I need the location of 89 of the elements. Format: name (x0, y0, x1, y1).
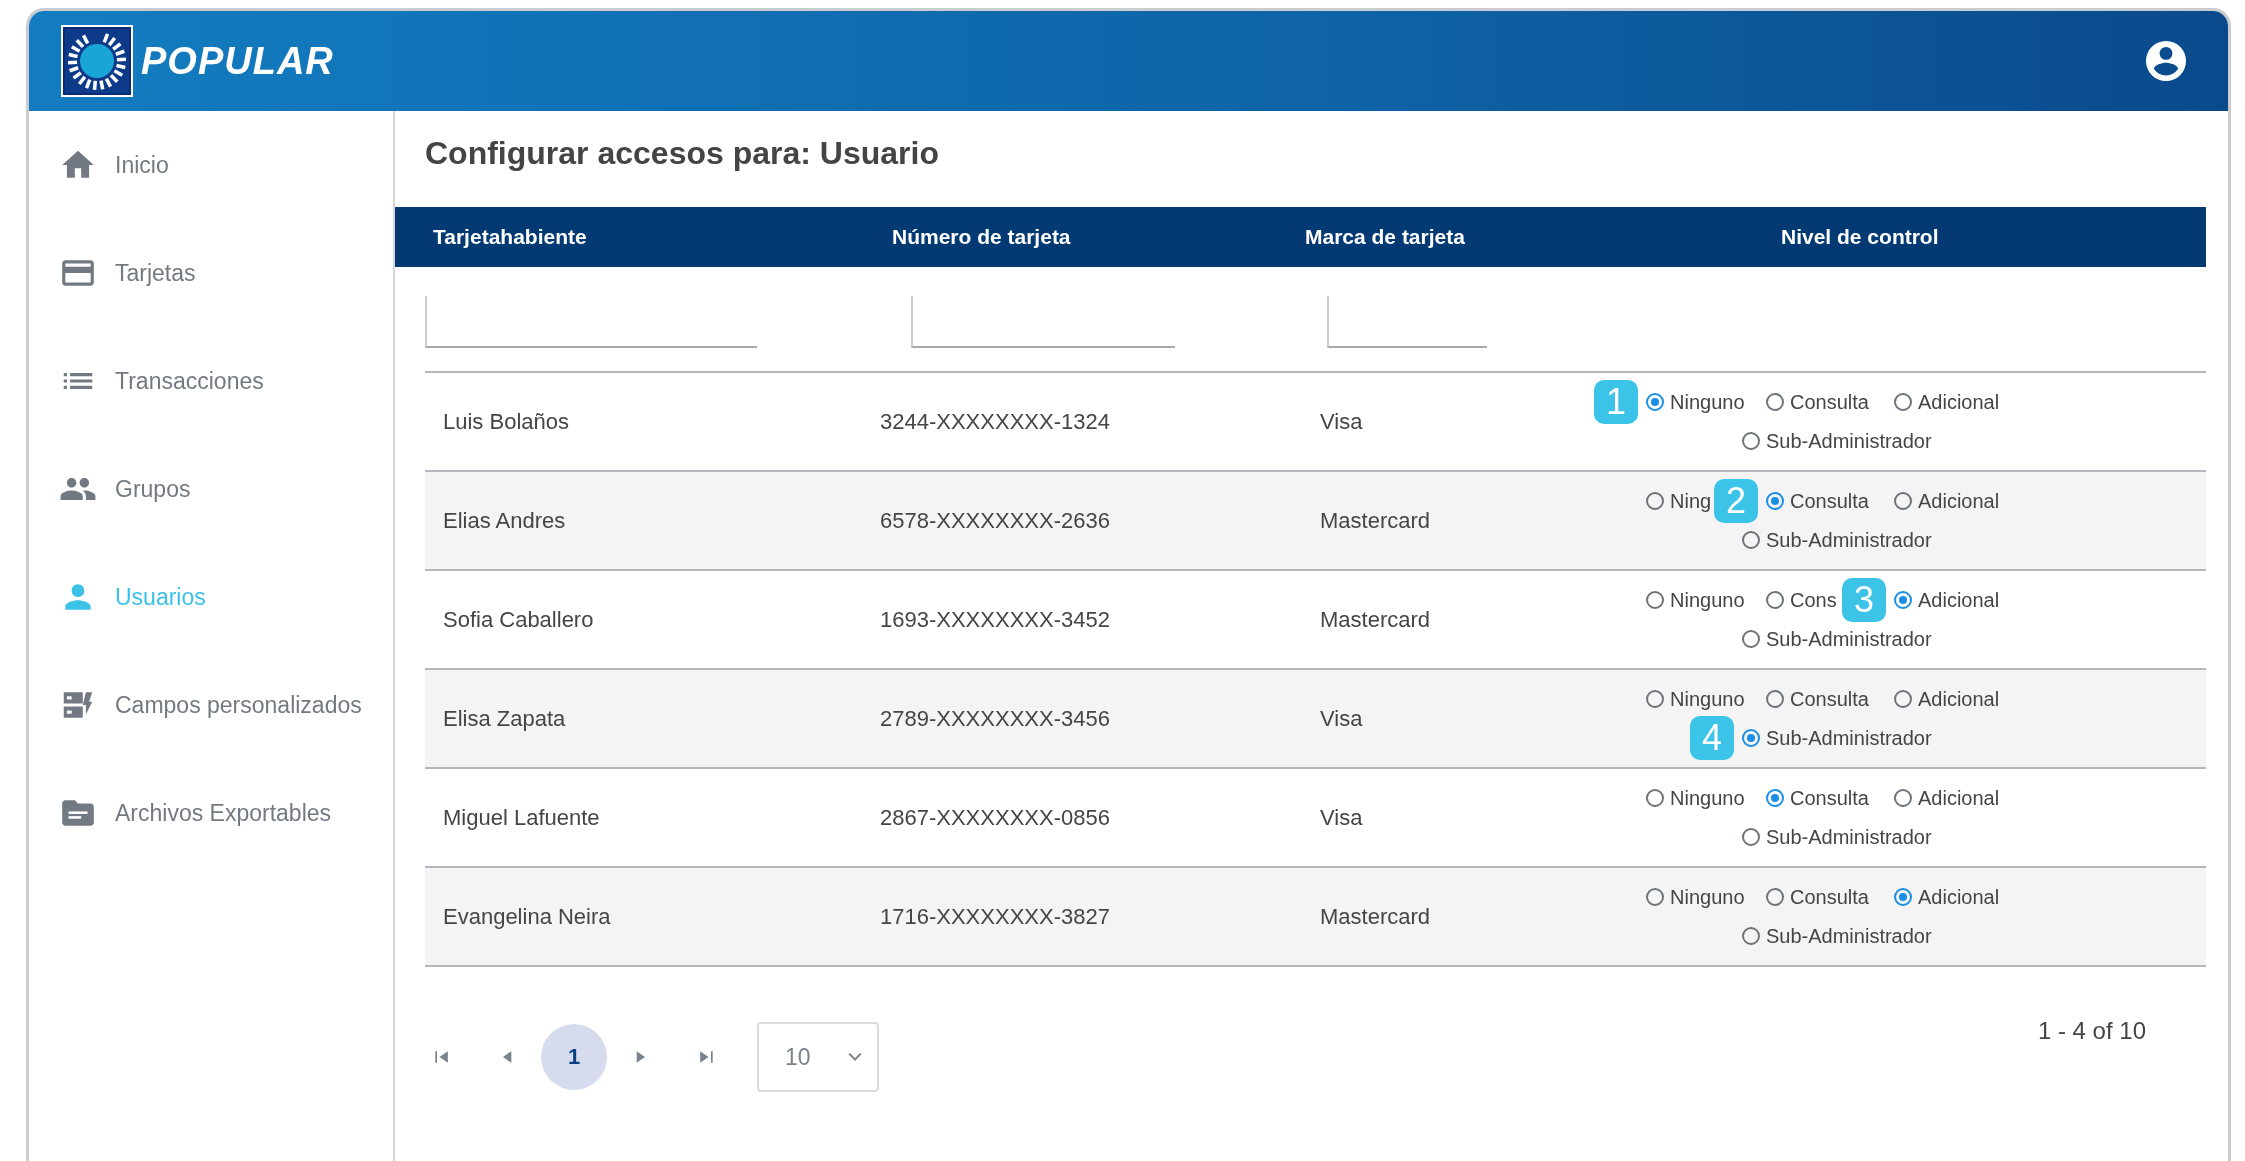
radio-option[interactable]: Ninguno (1646, 390, 1745, 414)
radio-option[interactable]: Sub-Administrador (1742, 528, 1932, 552)
radio-button[interactable] (1742, 531, 1760, 549)
filter-field[interactable] (1327, 296, 1487, 348)
card-brand: Mastercard (1320, 606, 1431, 633)
radio-button[interactable] (1894, 888, 1912, 906)
column-header: Tarjetahabiente (433, 225, 587, 249)
number-badge: 4 (1690, 716, 1734, 760)
sidebar-item[interactable]: Grupos (115, 475, 191, 503)
page-range: 1 - 4 of 10 (2037, 1017, 2146, 1045)
radio-button[interactable] (1766, 492, 1784, 510)
radio-button[interactable] (1742, 432, 1760, 450)
radio-button[interactable] (1646, 888, 1664, 906)
radio-button[interactable] (1766, 591, 1784, 609)
radio-option[interactable]: Consulta (1766, 786, 1869, 810)
card-number: 2867-XXXXXXXX-0856 (880, 804, 1110, 831)
radio-button[interactable] (1742, 630, 1760, 648)
radio-option[interactable]: Adicional (1894, 588, 2000, 612)
radio-button[interactable] (1646, 591, 1664, 609)
radio-option[interactable]: Consulta (1766, 885, 1869, 909)
radio-button[interactable] (1894, 393, 1912, 411)
sidebar-item[interactable]: Archivos Exportables (115, 799, 332, 827)
radio-option[interactable]: Cons (1766, 588, 1837, 612)
cardholder-name: Elisa Zapata (443, 705, 566, 732)
filter-field[interactable] (425, 296, 757, 348)
sidebar-item[interactable]: Tarjetas (115, 259, 196, 287)
radio-option[interactable]: Consulta (1766, 687, 1869, 711)
card-number: 6578-XXXXXXXX-2636 (880, 507, 1110, 534)
brand-name: POPULAR (141, 39, 334, 83)
radio-option[interactable]: Adicional (1894, 489, 2000, 513)
radio-option[interactable]: Adicional (1894, 390, 2000, 414)
radio-option[interactable]: Ninguno (1646, 588, 1745, 612)
radio-button[interactable] (1894, 789, 1912, 807)
radio-option[interactable]: Ninguno (1646, 687, 1745, 711)
number-badge: 2 (1714, 479, 1758, 523)
radio-option[interactable]: Adicional (1894, 687, 2000, 711)
radio-button[interactable] (1742, 927, 1760, 945)
radio-option[interactable]: Ninguno (1646, 885, 1745, 909)
card-brand: Mastercard (1320, 507, 1431, 534)
radio-button[interactable] (1646, 690, 1664, 708)
card-brand: Visa (1320, 408, 1363, 435)
card-brand: Visa (1320, 804, 1363, 831)
radio-button[interactable] (1646, 789, 1664, 807)
card-number: 1693-XXXXXXXX-3452 (880, 606, 1110, 633)
card-brand: Visa (1320, 705, 1363, 732)
radio-option[interactable]: Consulta (1766, 390, 1869, 414)
sidebar-item[interactable]: Inicio (115, 151, 169, 179)
radio-option[interactable]: Sub-Administrador (1742, 429, 1932, 453)
radio-option[interactable]: Ninguno (1646, 786, 1745, 810)
sidebar-item[interactable]: Transacciones (115, 367, 264, 395)
radio-option[interactable]: Consulta (1766, 489, 1869, 513)
radio-button[interactable] (1894, 690, 1912, 708)
radio-option[interactable]: Sub-Administrador (1742, 726, 1932, 750)
column-header: Marca de tarjeta (1305, 225, 1465, 249)
radio-option[interactable]: Adicional (1894, 786, 2000, 810)
radio-button[interactable] (1766, 888, 1784, 906)
radio-button[interactable] (1742, 729, 1760, 747)
number-badge: 1 (1594, 380, 1638, 424)
page-title: Configurar accesos para: Usuario (424, 134, 939, 173)
card-number: 3244-XXXXXXXX-1324 (880, 408, 1110, 435)
column-header: Nivel de control (1781, 225, 1939, 249)
radio-button[interactable] (1742, 828, 1760, 846)
radio-button[interactable] (1894, 492, 1912, 510)
radio-option[interactable]: Sub-Administrador (1742, 627, 1932, 651)
radio-option[interactable]: Sub-Administrador (1742, 924, 1932, 948)
radio-button[interactable] (1646, 492, 1664, 510)
cardholder-name: Sofia Caballero (443, 606, 594, 633)
card-number: 2789-XXXXXXXX-3456 (880, 705, 1110, 732)
page-button[interactable]: 1 (541, 1024, 607, 1090)
logo-icon (61, 25, 133, 97)
card-brand: Mastercard (1320, 903, 1431, 930)
filter-field[interactable] (911, 296, 1175, 348)
cardholder-name: Miguel Lafuente (443, 804, 600, 831)
radio-button[interactable] (1646, 393, 1664, 411)
radio-option[interactable]: Adicional (1894, 885, 2000, 909)
sidebar-item[interactable]: Campos personalizados (115, 691, 362, 719)
cardholder-name: Luis Bolaños (443, 408, 569, 435)
page-size-select[interactable]: 10 (757, 1022, 879, 1092)
cardholder-name: Evangelina Neira (443, 903, 611, 930)
cardholder-name: Elias Andres (443, 507, 566, 534)
radio-button[interactable] (1894, 591, 1912, 609)
radio-option[interactable]: Ning (1646, 489, 1712, 513)
column-header: Número de tarjeta (892, 225, 1071, 249)
radio-button[interactable] (1766, 690, 1784, 708)
number-badge: 3 (1842, 578, 1886, 622)
radio-option[interactable]: Sub-Administrador (1742, 825, 1932, 849)
radio-button[interactable] (1766, 393, 1784, 411)
radio-button[interactable] (1766, 789, 1784, 807)
card-number: 1716-XXXXXXXX-3827 (880, 903, 1110, 930)
